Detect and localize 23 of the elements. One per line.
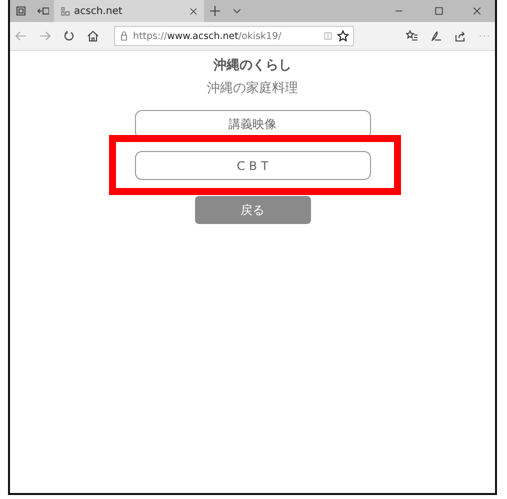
close-icon[interactable] — [189, 6, 198, 16]
maximize-icon[interactable] — [434, 6, 444, 16]
refresh-icon[interactable] — [63, 30, 75, 42]
url-text: https://www.acsch.net/okisk19/ — [133, 30, 282, 42]
new-tab-icon[interactable] — [209, 5, 221, 17]
tab-preview-icon[interactable] — [37, 5, 49, 17]
star-icon[interactable] — [337, 30, 349, 42]
lock-icon — [119, 31, 129, 41]
chevron-icon[interactable] — [232, 6, 242, 16]
favicon-icon — [60, 6, 70, 16]
close-icon[interactable] — [472, 6, 482, 16]
page-title: 沖縄のくらし — [214, 57, 292, 75]
page-subtitle: 沖縄の家庭料理 — [207, 80, 298, 98]
home-icon[interactable] — [87, 30, 99, 42]
pen-icon[interactable] — [430, 30, 442, 42]
tabs-aside-icon[interactable] — [15, 5, 27, 17]
tab-title: acsch.net — [74, 6, 124, 16]
browser-tab[interactable]: acsch.net — [54, 0, 204, 22]
option-button[interactable]: C B T — [134, 151, 370, 180]
favorites-icon[interactable] — [406, 30, 418, 42]
back-button[interactable]: 戻る — [194, 196, 310, 224]
address-bar[interactable]: https://www.acsch.net/okisk19/ — [114, 26, 354, 46]
share-icon[interactable] — [454, 30, 466, 42]
